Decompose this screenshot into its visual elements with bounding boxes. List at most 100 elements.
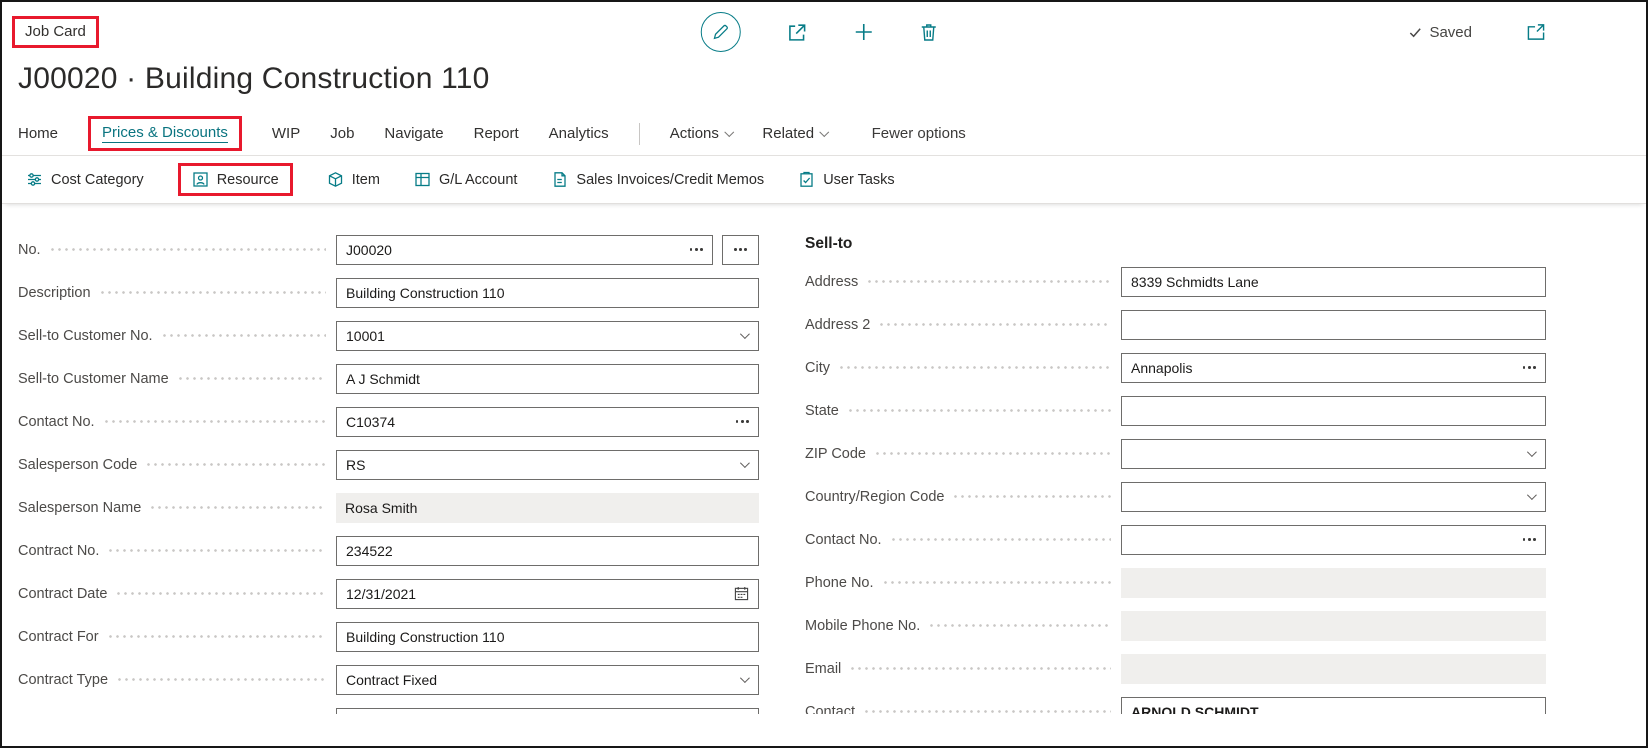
field-label: ZIP Code bbox=[805, 446, 866, 462]
dropdown-chevron-icon[interactable] bbox=[740, 458, 750, 468]
dropdown-chevron-icon[interactable] bbox=[740, 673, 750, 683]
form-row: Salesperson Name Rosa Smith bbox=[18, 486, 759, 529]
field-no[interactable]: J00020 bbox=[336, 235, 713, 265]
dotted-leader bbox=[107, 549, 326, 552]
tab-analytics[interactable]: Analytics bbox=[549, 125, 609, 142]
form-row-cutoff: Contact ARNOLD SCHMIDT bbox=[805, 690, 1546, 714]
field-label: State bbox=[805, 403, 839, 419]
field-cutoff[interactable] bbox=[336, 708, 759, 715]
field-salesperson-code[interactable]: RS bbox=[336, 450, 759, 480]
saved-label: Saved bbox=[1429, 24, 1472, 41]
dotted-leader bbox=[103, 420, 326, 423]
dotted-leader bbox=[99, 291, 326, 294]
field-label: Contract Type bbox=[18, 672, 108, 688]
assist-edit-icon[interactable] bbox=[690, 248, 703, 251]
form-row: Description Building Construction 110 bbox=[18, 271, 759, 314]
dotted-leader bbox=[847, 409, 1111, 412]
popout-button[interactable] bbox=[1526, 23, 1546, 41]
dotted-leader bbox=[863, 710, 1111, 713]
assist-edit-icon[interactable] bbox=[1523, 366, 1536, 369]
group-title-sell-to: Sell-to bbox=[805, 228, 1546, 260]
edit-button[interactable] bbox=[701, 12, 741, 52]
field-label: Country/Region Code bbox=[805, 489, 944, 505]
field-email bbox=[1121, 654, 1546, 684]
assist-edit-icon[interactable] bbox=[736, 420, 749, 423]
annotation-box-resource: Resource bbox=[178, 163, 293, 196]
top-right-area: Saved bbox=[1408, 23, 1546, 41]
field-label: Salesperson Code bbox=[18, 457, 137, 473]
field-contact[interactable]: ARNOLD SCHMIDT bbox=[1121, 697, 1546, 715]
field-country-region-code[interactable] bbox=[1121, 482, 1546, 512]
dropdown-chevron-icon[interactable] bbox=[740, 329, 750, 339]
field-label: Contact No. bbox=[805, 532, 882, 548]
field-address[interactable]: 8339 Schmidts Lane bbox=[1121, 267, 1546, 297]
form-row: Email bbox=[805, 647, 1546, 690]
tab-prices-discounts[interactable]: Prices & Discounts bbox=[102, 124, 228, 143]
field-label: Phone No. bbox=[805, 575, 874, 591]
tab-job[interactable]: Job bbox=[330, 125, 354, 142]
field-label: Address 2 bbox=[805, 317, 870, 333]
field-label: Sell-to Customer No. bbox=[18, 328, 153, 344]
dotted-leader bbox=[874, 452, 1111, 455]
dropdown-chevron-icon[interactable] bbox=[1527, 490, 1537, 500]
menu-actions[interactable]: Actions bbox=[670, 125, 733, 142]
form-row: Contract No. 234522 bbox=[18, 529, 759, 572]
calendar-icon[interactable] bbox=[734, 586, 749, 601]
form-row: Phone No. bbox=[805, 561, 1546, 604]
tab-strip: Home Prices & Discounts WIP Job Navigate… bbox=[2, 112, 1646, 156]
action-sales-invoices-credit-memos[interactable]: Sales Invoices/Credit Memos bbox=[551, 171, 764, 188]
dotted-leader bbox=[115, 592, 326, 595]
field-description[interactable]: Building Construction 110 bbox=[336, 278, 759, 308]
field-address-2[interactable] bbox=[1121, 310, 1546, 340]
field-contract-date[interactable]: 12/31/2021 bbox=[336, 579, 759, 609]
field-sellto-contact-no[interactable] bbox=[1121, 525, 1546, 555]
pencil-icon bbox=[712, 23, 730, 41]
field-mobile-phone-no bbox=[1121, 611, 1546, 641]
dotted-leader bbox=[866, 280, 1111, 283]
delete-button[interactable] bbox=[920, 22, 938, 42]
more-options-button[interactable] bbox=[722, 235, 759, 265]
dotted-leader bbox=[145, 463, 326, 466]
add-button[interactable] bbox=[854, 22, 874, 42]
tab-home[interactable]: Home bbox=[18, 125, 58, 142]
dropdown-chevron-icon[interactable] bbox=[1527, 447, 1537, 457]
action-resource[interactable]: Resource bbox=[192, 171, 279, 188]
action-label: User Tasks bbox=[823, 172, 894, 188]
annotation-box-prices-discounts: Prices & Discounts bbox=[88, 116, 242, 151]
field-salesperson-name: Rosa Smith bbox=[336, 493, 759, 523]
field-sell-to-customer-name[interactable]: A J Schmidt bbox=[336, 364, 759, 394]
top-bar: Job Card bbox=[2, 2, 1646, 54]
form-row: Country/Region Code bbox=[805, 475, 1546, 518]
gl-account-icon bbox=[414, 171, 431, 188]
fewer-options-button[interactable]: Fewer options bbox=[872, 125, 966, 142]
field-contract-type[interactable]: Contract Fixed bbox=[336, 665, 759, 695]
resource-icon bbox=[192, 171, 209, 188]
dotted-leader bbox=[849, 667, 1111, 670]
action-gl-account[interactable]: G/L Account bbox=[414, 171, 517, 188]
assist-edit-icon[interactable] bbox=[1523, 538, 1536, 541]
menu-related[interactable]: Related bbox=[762, 125, 827, 142]
field-zip-code[interactable] bbox=[1121, 439, 1546, 469]
field-label: Contact No. bbox=[18, 414, 95, 430]
field-city[interactable]: Annapolis bbox=[1121, 353, 1546, 383]
field-sell-to-customer-no[interactable]: 10001 bbox=[336, 321, 759, 351]
action-label: G/L Account bbox=[439, 172, 517, 188]
field-contact-no[interactable]: C10374 bbox=[336, 407, 759, 437]
field-contract-no[interactable]: 234522 bbox=[336, 536, 759, 566]
tab-navigate[interactable]: Navigate bbox=[384, 125, 443, 142]
action-item[interactable]: Item bbox=[327, 171, 380, 188]
action-label: Cost Category bbox=[51, 172, 144, 188]
field-contract-for[interactable]: Building Construction 110 bbox=[336, 622, 759, 652]
form-row: Address 2 bbox=[805, 303, 1546, 346]
form-row: State bbox=[805, 389, 1546, 432]
share-button[interactable] bbox=[787, 22, 808, 43]
action-label: Item bbox=[352, 172, 380, 188]
action-user-tasks[interactable]: User Tasks bbox=[798, 171, 894, 188]
action-cost-category[interactable]: Cost Category bbox=[26, 171, 144, 188]
share-icon bbox=[787, 22, 808, 43]
field-state[interactable] bbox=[1121, 396, 1546, 426]
dotted-leader bbox=[107, 635, 326, 638]
tab-wip[interactable]: WIP bbox=[272, 125, 300, 142]
tab-report[interactable]: Report bbox=[474, 125, 519, 142]
chevron-down-icon bbox=[820, 127, 829, 136]
